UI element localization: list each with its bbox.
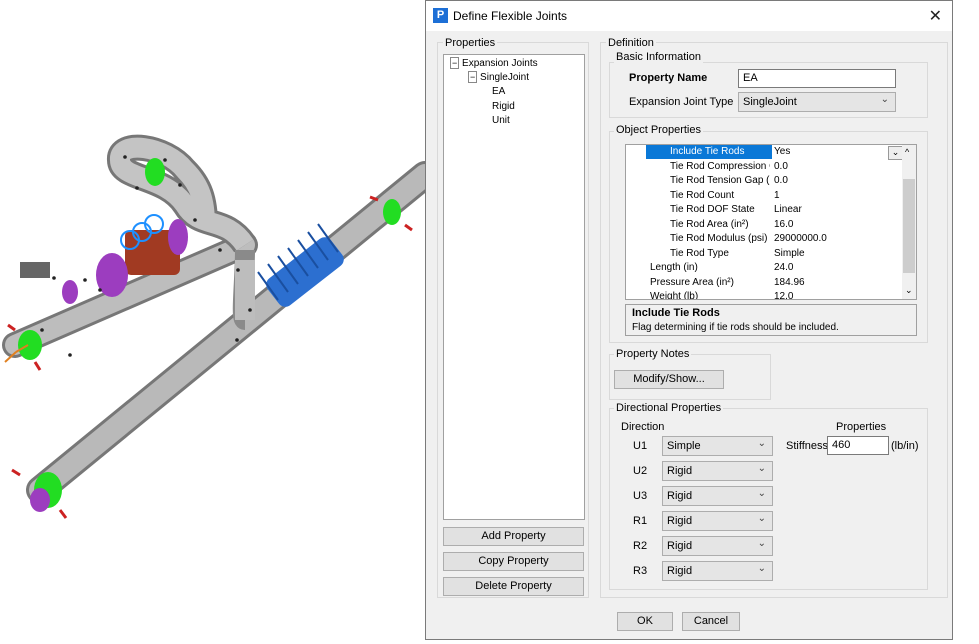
collapse-icon[interactable]: − bbox=[468, 71, 478, 83]
chevron-down-icon: ⌄ bbox=[757, 538, 766, 549]
direction-u2-select[interactable]: Rigid ⌄ bbox=[662, 461, 773, 481]
chevron-down-icon: ⌄ bbox=[757, 488, 766, 499]
definition-label: Definition bbox=[606, 37, 656, 49]
close-icon[interactable]: ✕ bbox=[929, 6, 942, 26]
chevron-down-icon: ⌄ bbox=[757, 563, 766, 574]
properties-header: Properties bbox=[836, 421, 887, 433]
piping-model-drawing bbox=[2, 134, 439, 519]
direction-r3-label: R3 bbox=[633, 565, 648, 577]
description-text: Flag determining if tie rods should be i… bbox=[632, 322, 839, 333]
tree-leaf-unit[interactable]: Unit bbox=[492, 115, 510, 126]
property-notes-label: Property Notes bbox=[614, 348, 692, 360]
grid-row[interactable]: Tie Rod DOF State Linear bbox=[626, 203, 904, 218]
direction-r2-label: R2 bbox=[633, 540, 648, 552]
ok-button[interactable]: OK bbox=[617, 612, 673, 631]
copy-property-button[interactable]: Copy Property bbox=[443, 552, 584, 571]
grid-scrollbar[interactable]: ^ ⌄ bbox=[902, 145, 916, 299]
property-grid[interactable]: Include Tie Rods Yes ⌄ Tie Rod Compressi… bbox=[625, 144, 917, 300]
stiffness-label: Stiffness bbox=[786, 440, 828, 452]
grid-row[interactable]: Tie Rod Compression Ga 0.0 bbox=[626, 160, 904, 175]
grid-row[interactable]: Tie Rod Type Simple bbox=[626, 247, 904, 262]
chevron-down-icon: ⌄ bbox=[757, 463, 766, 474]
chevron-down-icon: ⌄ bbox=[880, 94, 889, 105]
cancel-button[interactable]: Cancel bbox=[682, 612, 740, 631]
tree-leaf-ea[interactable]: EA bbox=[492, 86, 505, 97]
add-property-button[interactable]: Add Property bbox=[443, 527, 584, 546]
direction-u2-label: U2 bbox=[633, 465, 648, 477]
stiffness-input[interactable]: 460 bbox=[827, 436, 889, 455]
grid-row[interactable]: Weight (lb) 12.0 bbox=[626, 290, 904, 299]
object-properties-label: Object Properties bbox=[614, 124, 703, 136]
chevron-down-icon[interactable]: ⌄ bbox=[888, 146, 903, 160]
direction-r3-select[interactable]: Rigid ⌄ bbox=[662, 561, 773, 581]
collapse-icon[interactable]: − bbox=[450, 57, 460, 69]
scrollbar-thumb[interactable] bbox=[903, 179, 915, 273]
grid-row[interactable]: Include Tie Rods Yes ⌄ bbox=[626, 145, 904, 160]
tree-root-expansion-joints[interactable]: − Expansion Joints bbox=[450, 57, 538, 69]
app-icon: P bbox=[433, 8, 448, 23]
property-name-input[interactable]: EA bbox=[738, 69, 896, 88]
direction-header: Direction bbox=[621, 421, 665, 433]
stiffness-unit: (lb/in) bbox=[891, 440, 919, 452]
modify-show-button[interactable]: Modify/Show... bbox=[614, 370, 724, 389]
tree-leaf-rigid[interactable]: Rigid bbox=[492, 101, 515, 112]
grid-row[interactable]: Tie Rod Count 1 bbox=[626, 189, 904, 204]
direction-u1-select[interactable]: Simple ⌄ bbox=[662, 436, 773, 456]
title-bar: P Define Flexible Joints ✕ bbox=[426, 1, 952, 31]
properties-label: Properties bbox=[443, 37, 498, 49]
expansion-joint-type-select[interactable]: SingleJoint ⌄ bbox=[738, 92, 896, 112]
grid-row[interactable]: Tie Rod Tension Gap (ir 0.0 bbox=[626, 174, 904, 189]
dialog-title: Define Flexible Joints bbox=[453, 9, 568, 23]
grid-row[interactable]: Tie Rod Area (in²) 16.0 bbox=[626, 218, 904, 233]
direction-r2-select[interactable]: Rigid ⌄ bbox=[662, 536, 773, 556]
chevron-up-icon[interactable]: ^ bbox=[905, 147, 909, 157]
delete-property-button[interactable]: Delete Property bbox=[443, 577, 584, 596]
expansion-joint-type-label: Expansion Joint Type bbox=[629, 96, 734, 108]
directional-properties-label: Directional Properties bbox=[614, 402, 724, 414]
grid-row[interactable]: Pressure Area (in²) 184.96 bbox=[626, 276, 904, 291]
chevron-down-icon: ⌄ bbox=[757, 438, 766, 449]
direction-r1-label: R1 bbox=[633, 515, 648, 527]
direction-u1-label: U1 bbox=[633, 440, 648, 452]
property-tree[interactable]: − Expansion Joints − SingleJoint EA Rigi… bbox=[443, 54, 585, 520]
direction-u3-label: U3 bbox=[633, 490, 648, 502]
direction-r1-select[interactable]: Rigid ⌄ bbox=[662, 511, 773, 531]
chevron-down-icon: ⌄ bbox=[757, 513, 766, 524]
description-title: Include Tie Rods bbox=[632, 307, 720, 319]
tree-node-singlejoint[interactable]: − SingleJoint bbox=[468, 71, 529, 83]
direction-u3-select[interactable]: Rigid ⌄ bbox=[662, 486, 773, 506]
grid-row[interactable]: Tie Rod Modulus (psi) 29000000.0 bbox=[626, 232, 904, 247]
grid-row[interactable]: Length (in) 24.0 bbox=[626, 261, 904, 276]
property-name-label: Property Name bbox=[629, 72, 708, 84]
basic-information-label: Basic Information bbox=[614, 51, 703, 63]
model-viewport[interactable] bbox=[0, 0, 439, 641]
chevron-down-icon[interactable]: ⌄ bbox=[905, 285, 913, 296]
property-description-box: Include Tie Rods Flag determining if tie… bbox=[625, 304, 917, 336]
